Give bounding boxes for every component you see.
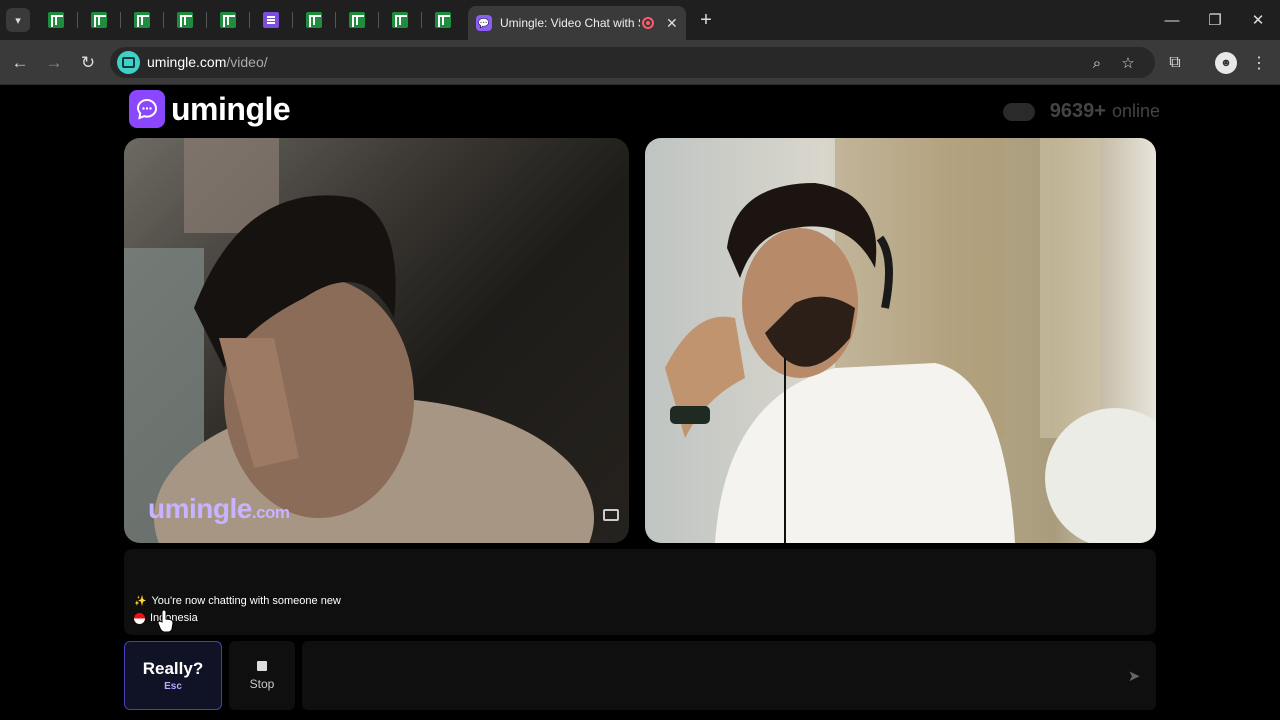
new-tab-plus-icon[interactable]: + <box>694 8 718 32</box>
forward-arrow-icon[interactable]: → <box>42 51 66 75</box>
sheets-icon <box>91 12 107 28</box>
online-count: 9639+ <box>1049 100 1106 122</box>
tab-separator <box>206 12 207 28</box>
sheets-icon <box>48 12 64 28</box>
sheets-icon <box>306 12 322 28</box>
sheets-icon <box>392 12 408 28</box>
profile-icon: ☻ <box>1215 52 1237 74</box>
tab-close-icon[interactable]: ✕ <box>666 15 678 32</box>
message-input[interactable] <box>302 641 1156 710</box>
url-text: umingle.com/video/ <box>147 54 268 70</box>
browser-toolbar: ← → ↻ umingle.com/video/ ⌕ ☆ ⧉ ☻ ⋮ <box>0 40 1280 85</box>
tab-search-chevron-icon[interactable]: ▾ <box>6 8 30 32</box>
recording-indicator-icon <box>642 17 654 29</box>
remote-video <box>645 138 1156 543</box>
sheets-icon <box>435 12 451 28</box>
tab-separator <box>378 12 379 28</box>
extensions-puzzle-icon[interactable]: ⧉ <box>1163 51 1187 75</box>
window-close-icon[interactable]: ✕ <box>1244 8 1272 32</box>
tab-sheets-7[interactable] <box>347 10 367 30</box>
tab-sheets-4[interactable] <box>175 10 195 30</box>
site-info-camera-icon[interactable] <box>117 51 140 74</box>
online-label: online <box>1111 101 1160 121</box>
tab-separator <box>77 12 78 28</box>
chat-system-message: ✨ You're now chatting with someone new <box>134 595 341 607</box>
stop-label: Stop <box>249 676 275 691</box>
report-flag-icon[interactable] <box>603 509 619 521</box>
browser-tab-bar: ▾ 💬 Umingle: Video Chat with Strangers ✕… <box>0 0 1280 40</box>
skip-confirm-label: Really? <box>142 659 204 678</box>
sparkles-icon: ✨ <box>134 595 147 607</box>
umingle-favicon-icon: 💬 <box>476 15 492 31</box>
tab-separator <box>335 12 336 28</box>
sheets-icon <box>349 12 365 28</box>
online-indicator: 9639+ online <box>1002 100 1160 123</box>
bookmark-star-icon[interactable]: ☆ <box>1118 53 1138 73</box>
address-bar[interactable]: umingle.com/video/ ⌕ ☆ <box>110 47 1155 78</box>
tab-forms[interactable] <box>261 10 281 30</box>
tab-separator <box>163 12 164 28</box>
tab-umingle-active[interactable]: 💬 Umingle: Video Chat with Strangers ✕ <box>468 6 686 40</box>
stop-square-icon <box>257 660 267 671</box>
reload-icon[interactable]: ↻ <box>76 51 100 75</box>
logo-wordmark: umingle <box>171 90 291 127</box>
tab-sheets-8[interactable] <box>390 10 410 30</box>
tab-separator <box>120 12 121 28</box>
zoom-magnifier-icon[interactable]: ⌕ <box>1087 53 1107 73</box>
tab-separator <box>421 12 422 28</box>
tab-sheets-2[interactable] <box>89 10 109 30</box>
chat-log: ✨ You're now chatting with someone new I… <box>124 549 1156 635</box>
browser-menu-kebab-icon[interactable]: ⋮ <box>1247 51 1271 75</box>
back-arrow-icon[interactable]: ← <box>8 51 32 75</box>
online-toggle-pill <box>1002 102 1035 121</box>
umingle-watermark: umingle.com <box>148 493 290 524</box>
tab-title: Umingle: Video Chat with Strangers <box>500 16 640 30</box>
sheets-icon <box>134 12 150 28</box>
send-arrow-icon[interactable]: ➤ <box>1122 664 1146 688</box>
local-person-image <box>124 138 594 543</box>
indonesia-flag-icon <box>134 612 145 624</box>
sheets-icon <box>177 12 193 28</box>
skip-shortcut-hint: Esc <box>164 681 182 692</box>
umingle-page: umingle 9639+ online umingle.com ✨ You'r… <box>0 86 1280 720</box>
umingle-logo[interactable]: umingle <box>129 90 291 128</box>
profile-avatar[interactable]: ☻ <box>1214 51 1238 75</box>
stop-button[interactable]: Stop <box>229 641 295 710</box>
remote-person-image <box>665 138 1156 543</box>
local-video: umingle.com <box>124 138 629 543</box>
window-restore-icon[interactable]: ❐ <box>1201 8 1229 32</box>
forms-icon <box>263 12 279 28</box>
tab-separator <box>249 12 250 28</box>
tab-sheets-1[interactable] <box>46 10 66 30</box>
tab-separator <box>292 12 293 28</box>
sheets-icon <box>220 12 236 28</box>
tab-sheets-5[interactable] <box>218 10 238 30</box>
tab-sheets-3[interactable] <box>132 10 152 30</box>
tab-sheets-9[interactable] <box>433 10 453 30</box>
tab-sheets-6[interactable] <box>304 10 324 30</box>
window-minimize-icon[interactable]: — <box>1158 8 1186 32</box>
chat-bubble-logo-icon <box>129 90 165 128</box>
mouse-pointer-hand-icon <box>158 610 174 632</box>
skip-confirm-button[interactable]: Really? Esc <box>124 641 222 710</box>
